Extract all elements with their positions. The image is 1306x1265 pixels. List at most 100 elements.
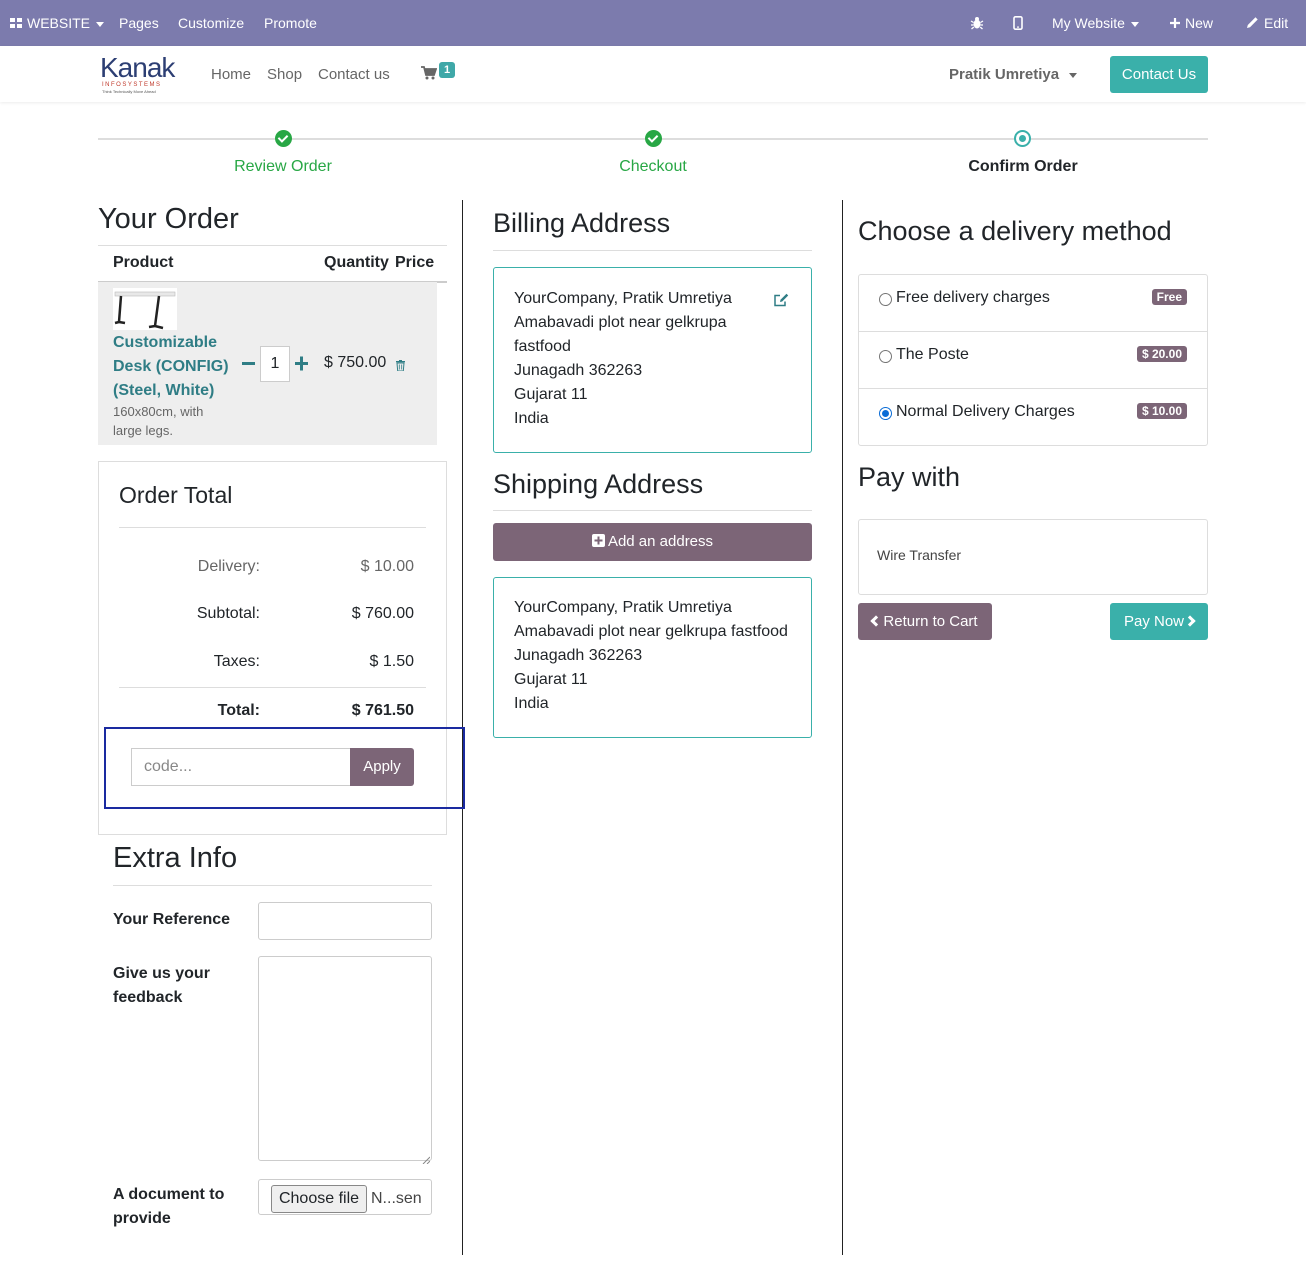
cart-link[interactable] bbox=[421, 66, 438, 85]
nav-shop[interactable]: Shop bbox=[267, 46, 302, 103]
my-website-menu[interactable]: My Website bbox=[1052, 0, 1139, 46]
address-line: Amabavadi plot near gelkrupa fastfood bbox=[514, 623, 788, 640]
user-menu[interactable]: Pratik Umretiya bbox=[949, 46, 1078, 103]
col-quantity: Quantity bbox=[324, 254, 389, 271]
logo-tagline: Think Technically Move Ahead bbox=[102, 89, 156, 94]
col-product: Product bbox=[113, 254, 174, 271]
step-current-dot-icon bbox=[1014, 130, 1031, 147]
payment-method-card[interactable]: Wire Transfer bbox=[858, 519, 1208, 595]
website-menu[interactable]: WEBSITE bbox=[10, 0, 105, 46]
address-line: Junagadh 362263 bbox=[514, 362, 643, 379]
return-to-cart-button[interactable]: Return to Cart bbox=[858, 603, 992, 640]
promo-code-input[interactable]: code... bbox=[131, 748, 351, 786]
address-line: India bbox=[514, 410, 549, 427]
increase-quantity-plus-icon[interactable] bbox=[295, 351, 308, 380]
delivery-method-title: Choose a delivery method bbox=[858, 216, 1172, 246]
column-divider bbox=[842, 200, 843, 1255]
plus-icon bbox=[1170, 18, 1180, 28]
extra-info-title: Extra Info bbox=[113, 842, 238, 874]
divider bbox=[493, 510, 812, 511]
chevron-left-icon bbox=[870, 615, 883, 627]
edit-button[interactable]: Edit bbox=[1246, 0, 1288, 46]
step-review-order[interactable]: Review Order bbox=[133, 158, 433, 176]
billing-address-text: YourCompany, Pratik Umretiya Amabavadi p… bbox=[514, 287, 732, 431]
website-label: WEBSITE bbox=[27, 15, 91, 31]
subtotal-label: Subtotal: bbox=[196, 605, 260, 622]
feedback-label: Give us your feedback bbox=[113, 965, 210, 1006]
divider bbox=[98, 245, 447, 246]
edit-address-icon[interactable] bbox=[774, 293, 789, 312]
billing-address-title: Billing Address bbox=[493, 208, 671, 238]
shipping-address-text: YourCompany, Pratik Umretiya Amabavadi p… bbox=[514, 596, 788, 716]
address-line: Amabavadi plot near gelkrupa bbox=[514, 314, 727, 331]
nav-contact[interactable]: Contact us bbox=[318, 46, 390, 103]
apply-promo-button[interactable]: Apply bbox=[350, 748, 414, 786]
delivery-option-free[interactable]: Free delivery charges Free bbox=[859, 275, 1207, 332]
edit-label: Edit bbox=[1264, 15, 1289, 31]
address-line: Gujarat 11 bbox=[514, 671, 588, 688]
delivery-radio[interactable] bbox=[879, 350, 892, 363]
chevron-right-icon bbox=[1184, 615, 1196, 627]
quantity-input[interactable]: 1 bbox=[260, 346, 290, 382]
product-name-link[interactable]: Customizable Desk (CONFIG) (Steel, White… bbox=[113, 331, 238, 403]
shopping-cart-icon bbox=[421, 66, 438, 80]
return-to-cart-label: Return to Cart bbox=[883, 613, 978, 630]
step-done-check-icon bbox=[275, 130, 292, 147]
cart-count-badge: 1 bbox=[439, 62, 456, 78]
divider bbox=[113, 885, 432, 886]
document-label: A document to provide bbox=[113, 1186, 225, 1227]
reference-input[interactable] bbox=[258, 902, 432, 940]
delete-trash-icon[interactable] bbox=[396, 358, 405, 376]
mobile-preview-icon[interactable] bbox=[1013, 0, 1023, 46]
new-label: New bbox=[1185, 15, 1214, 31]
divider bbox=[119, 527, 426, 528]
delivery-label: Delivery: bbox=[197, 558, 260, 575]
admin-bar: WEBSITE Pages Customize Promote My Websi… bbox=[0, 0, 1306, 46]
your-order-title: Your Order bbox=[98, 203, 239, 235]
delivery-price-badge: $ 20.00 bbox=[1136, 346, 1187, 362]
step-checkout[interactable]: Checkout bbox=[503, 158, 803, 176]
new-button[interactable]: New bbox=[1169, 0, 1213, 46]
delivery-options-list: Free delivery charges Free The Poste $ 2… bbox=[858, 274, 1208, 446]
my-website-label: My Website bbox=[1052, 15, 1125, 31]
address-line: fastfood bbox=[514, 338, 571, 355]
delivery-option-poste[interactable]: The Poste $ 20.00 bbox=[859, 332, 1207, 389]
step-done-check-icon bbox=[645, 130, 662, 147]
address-line: Junagadh 362263 bbox=[514, 647, 643, 664]
debug-bug-icon[interactable] bbox=[970, 0, 984, 46]
delivery-value: $ 10.00 bbox=[360, 558, 414, 575]
address-line: Gujarat 11 bbox=[514, 386, 588, 403]
pay-now-label: Pay Now bbox=[1123, 613, 1185, 630]
resize-handle-icon[interactable] bbox=[422, 1151, 431, 1169]
total-value: $ 761.50 bbox=[351, 702, 414, 719]
taxes-label: Taxes: bbox=[213, 653, 260, 670]
promote-menu[interactable]: Promote bbox=[264, 0, 317, 46]
delivery-price-badge: $ 10.00 bbox=[1136, 403, 1187, 419]
delivery-option-label: The Poste bbox=[896, 346, 969, 363]
desk-image bbox=[114, 291, 176, 330]
pages-menu[interactable]: Pages bbox=[119, 0, 159, 46]
step-confirm-order: Confirm Order bbox=[968, 158, 1078, 175]
delivery-radio[interactable] bbox=[879, 293, 892, 306]
caret-down-icon bbox=[1130, 21, 1139, 27]
product-description: 160x80cm, with large legs. bbox=[113, 404, 204, 438]
customize-menu[interactable]: Customize bbox=[178, 0, 244, 46]
delivery-radio-selected[interactable] bbox=[879, 407, 892, 420]
taxes-value: $ 1.50 bbox=[369, 653, 414, 670]
add-address-button[interactable]: Add an address bbox=[493, 523, 812, 561]
nav-home[interactable]: Home bbox=[211, 46, 251, 103]
choose-file-button[interactable]: Choose file bbox=[271, 1185, 367, 1213]
payment-method-label: Wire Transfer bbox=[877, 547, 962, 563]
decrease-quantity-minus-icon[interactable] bbox=[242, 351, 255, 380]
pay-now-button[interactable]: Pay Now bbox=[1110, 603, 1208, 640]
pay-with-title: Pay with bbox=[858, 462, 961, 492]
contact-us-button[interactable]: Contact Us bbox=[1110, 56, 1208, 93]
order-total-title: Order Total bbox=[119, 482, 233, 508]
caret-down-icon bbox=[1069, 72, 1078, 78]
delivery-option-normal[interactable]: Normal Delivery Charges $ 10.00 bbox=[859, 389, 1207, 446]
reference-label: Your Reference bbox=[113, 911, 231, 928]
company-logo[interactable]: Kanak INFOSYSTEMS Think Technically Move… bbox=[100, 54, 180, 96]
feedback-textarea[interactable] bbox=[258, 956, 432, 1161]
address-line: YourCompany, Pratik Umretiya bbox=[514, 599, 732, 616]
product-image[interactable] bbox=[113, 288, 177, 330]
